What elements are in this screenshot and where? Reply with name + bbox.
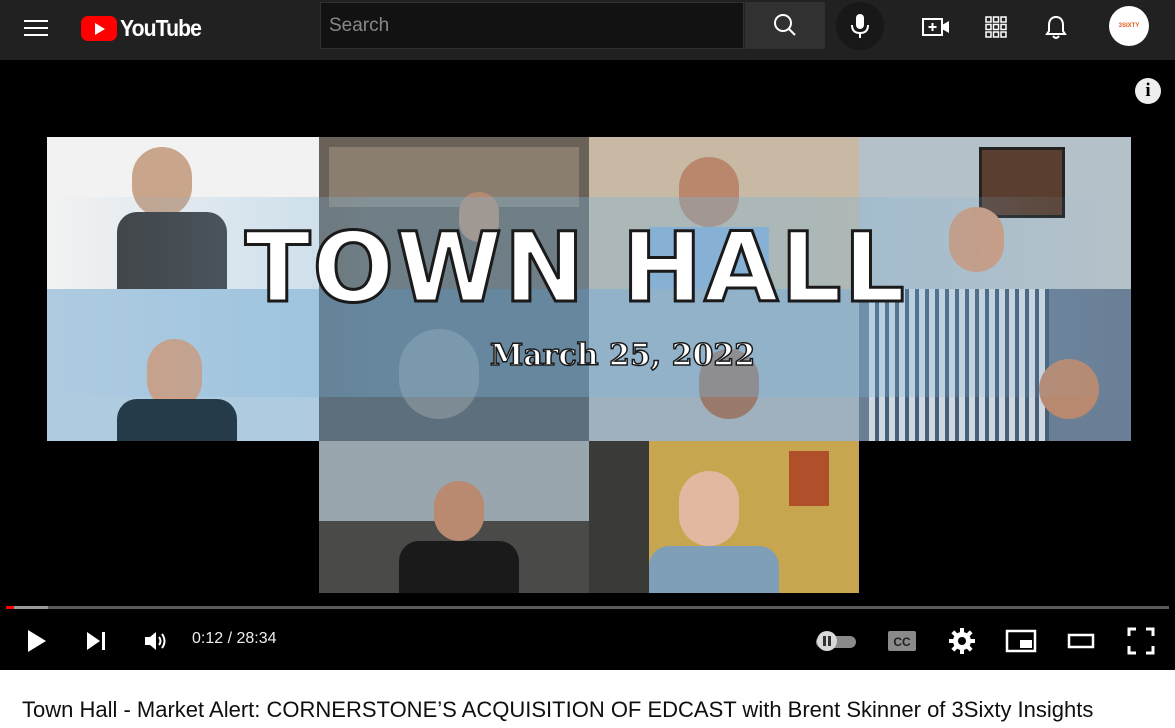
thumbnail-date: March 25, 2022 (489, 337, 756, 374)
miniplayer-icon (1005, 629, 1037, 653)
progress-bar[interactable] (6, 606, 1169, 609)
theater-icon (1067, 633, 1095, 649)
top-bar: YouTube 3SIXTY (0, 0, 1175, 60)
time-display: 0:12 / 28:34 (192, 630, 277, 647)
fullscreen-icon (1127, 627, 1155, 655)
menu-icon[interactable] (14, 14, 58, 42)
video-title: Town Hall - Market Alert: CORNERSTONE’S … (22, 697, 1094, 722)
apps-grid-icon (985, 16, 1007, 38)
thumbnail-tile (589, 441, 859, 593)
create-button[interactable] (916, 10, 956, 44)
voice-search-button[interactable] (836, 2, 884, 50)
volume-icon (145, 632, 166, 650)
notifications-bell-icon (1045, 15, 1067, 39)
mic-icon (851, 14, 869, 38)
svg-text:CC: CC (893, 635, 911, 649)
progress-played (6, 606, 15, 609)
miniplayer-button[interactable] (1001, 622, 1041, 660)
fullscreen-button[interactable] (1121, 622, 1161, 660)
youtube-play-logo-icon (81, 15, 117, 41)
search-button[interactable] (745, 2, 825, 49)
avatar-logo-mark: 3SIXTY (1118, 23, 1140, 29)
next-button[interactable] (78, 622, 114, 660)
search-box (320, 2, 744, 49)
autoplay-toggle[interactable] (812, 622, 860, 660)
search-input[interactable] (321, 3, 743, 48)
search-icon (774, 14, 796, 36)
next-icon (87, 632, 105, 650)
logo-text: YouTube (120, 14, 202, 41)
play-icon (28, 630, 46, 652)
video-player[interactable]: i TOWN HALL March 25, 2022 0:12 / 28:34 … (0, 60, 1175, 670)
youtube-logo[interactable]: YouTube (81, 14, 208, 42)
thumbnail-title: TOWN HALL (244, 212, 907, 324)
avatar[interactable]: 3SIXTY (1109, 6, 1149, 46)
info-icon[interactable]: i (1135, 78, 1161, 104)
notifications-button[interactable] (1036, 10, 1076, 44)
thumbnail-tile (319, 441, 589, 593)
cc-icon: CC (888, 631, 916, 651)
subtitles-button[interactable]: CC (882, 622, 922, 660)
autoplay-toggle-icon (816, 631, 856, 651)
create-video-icon (922, 18, 949, 36)
settings-button[interactable] (942, 622, 982, 660)
mute-button[interactable] (138, 622, 174, 660)
settings-icon (949, 628, 975, 654)
theater-mode-button[interactable] (1061, 622, 1101, 660)
apps-button[interactable] (976, 10, 1016, 44)
play-button[interactable] (18, 622, 54, 660)
